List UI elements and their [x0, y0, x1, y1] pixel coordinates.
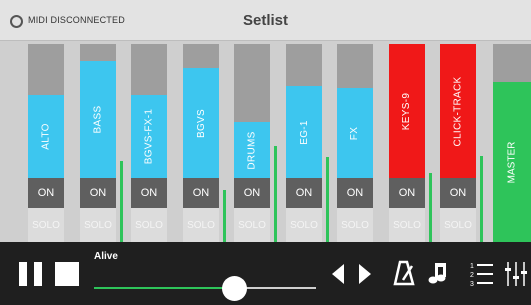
channel-strip: CLICK-TRACK ON SOLO	[440, 41, 484, 242]
mixer-icon[interactable]	[504, 260, 531, 288]
channel-name: KEYS-9	[401, 92, 413, 130]
mixer-panel: MASTER ALTO ON SOLO BASS ON SOLO BGVS-FX-1 ON SO…	[0, 41, 531, 242]
channel-fader-level[interactable]: FX	[337, 88, 373, 178]
page-title: Setlist	[242, 12, 288, 29]
channel-on-button[interactable]: ON	[440, 178, 476, 208]
channel-on-button[interactable]: ON	[286, 178, 322, 208]
svg-text:1: 1	[470, 263, 474, 270]
channel-on-button[interactable]: ON	[131, 178, 167, 208]
level-meter	[120, 161, 123, 242]
progress-slider-played[interactable]	[94, 287, 224, 289]
channel-solo-button[interactable]: SOLO	[183, 208, 219, 242]
channel-solo-button[interactable]: SOLO	[80, 208, 116, 242]
channel-strip: DRUMS ON SOLO	[234, 41, 278, 242]
progress-slider-knob[interactable]	[222, 276, 247, 301]
pause-icon-bar[interactable]	[34, 262, 42, 286]
master-label: MASTER	[506, 141, 518, 183]
channel-fader-level[interactable]: BGVS-FX-1	[131, 95, 167, 178]
stop-icon[interactable]	[55, 262, 79, 286]
channel-on-button[interactable]: ON	[183, 178, 219, 208]
channel-name: BGVS-FX-1	[143, 108, 155, 165]
channel-name-label: KEYS-9	[389, 44, 425, 178]
channel-name: ALTO	[40, 123, 52, 150]
pause-icon[interactable]	[19, 262, 27, 286]
channel-name: EG-1	[298, 119, 310, 145]
channel-solo-button[interactable]: SOLO	[337, 208, 373, 242]
channel-strip: FX ON SOLO	[337, 41, 381, 242]
channel-name: CLICK-TRACK	[452, 76, 464, 146]
level-meter	[429, 173, 432, 242]
music-note-icon[interactable]	[427, 260, 447, 286]
channel-name-label: DRUMS	[234, 122, 270, 178]
previous-icon[interactable]	[330, 264, 346, 284]
channel-on-button[interactable]: ON	[337, 178, 373, 208]
setlist-icon[interactable]: 1 2 3	[470, 260, 494, 288]
channel-fader-level[interactable]: DRUMS	[234, 122, 270, 178]
channel-name: BGVS	[195, 108, 207, 138]
channel-on-button[interactable]: ON	[80, 178, 116, 208]
channel-name: BASS	[92, 105, 104, 134]
channel-name: FX	[349, 126, 361, 140]
channel-fader[interactable]: FX	[337, 44, 373, 178]
channel-solo-button[interactable]: SOLO	[389, 208, 425, 242]
master-fader[interactable]: MASTER	[493, 82, 531, 242]
next-icon[interactable]	[357, 264, 373, 284]
channel-fader[interactable]: BASS	[80, 44, 116, 178]
channel-solo-button[interactable]: SOLO	[131, 208, 167, 242]
channel-fader-level[interactable]: EG-1	[286, 86, 322, 178]
channel-fader[interactable]: CLICK-TRACK	[440, 44, 476, 178]
level-meter	[480, 156, 483, 242]
channel-fader[interactable]: ALTO	[28, 44, 64, 178]
header-bar: MIDI DISCONNECTED Setlist	[0, 0, 531, 41]
channel-on-button[interactable]: ON	[234, 178, 270, 208]
channel-solo-button[interactable]: SOLO	[234, 208, 270, 242]
channel-fader-level[interactable]: CLICK-TRACK	[440, 44, 476, 178]
channel-name-label: FX	[337, 88, 373, 178]
level-meter	[274, 146, 277, 242]
channel-fader-level[interactable]: BGVS	[183, 68, 219, 178]
channel-fader[interactable]: DRUMS	[234, 44, 270, 178]
channel-name-label: BGVS-FX-1	[131, 95, 167, 178]
channel-strip: ALTO ON SOLO	[28, 41, 72, 242]
channel-strip: BGVS-FX-1 ON SOLO	[131, 41, 175, 242]
channel-name-label: BASS	[80, 61, 116, 178]
song-title: Alive	[94, 251, 118, 262]
channel-on-button[interactable]: ON	[389, 178, 425, 208]
svg-text:2: 2	[470, 272, 474, 279]
transport-bar: Alive 1 2 3	[0, 242, 531, 305]
channel-fader[interactable]: KEYS-9	[389, 44, 425, 178]
channel-solo-button[interactable]: SOLO	[286, 208, 322, 242]
metronome-icon[interactable]	[393, 260, 415, 286]
channel-name: DRUMS	[246, 130, 258, 170]
channel-strip: EG-1 ON SOLO	[286, 41, 330, 242]
channel-fader[interactable]: EG-1	[286, 44, 322, 178]
svg-text:3: 3	[470, 281, 474, 288]
channel-solo-button[interactable]: SOLO	[440, 208, 476, 242]
channel-fader-level[interactable]: KEYS-9	[389, 44, 425, 178]
channel-name-label: EG-1	[286, 86, 322, 178]
channel-strip: BASS ON SOLO	[80, 41, 124, 242]
progress-slider-remaining[interactable]	[246, 287, 316, 289]
channel-fader[interactable]: BGVS	[183, 44, 219, 178]
channel-name-label: BGVS	[183, 68, 219, 178]
channel-strip: BGVS ON SOLO	[183, 41, 227, 242]
channel-name-label: ALTO	[28, 95, 64, 178]
channel-solo-button[interactable]: SOLO	[28, 208, 64, 242]
level-meter	[326, 157, 329, 242]
level-meter	[223, 190, 226, 242]
channel-on-button[interactable]: ON	[28, 178, 64, 208]
channel-strip: KEYS-9 ON SOLO	[389, 41, 433, 242]
channel-fader-level[interactable]: BASS	[80, 61, 116, 178]
channel-fader-level[interactable]: ALTO	[28, 95, 64, 178]
master-fader-track[interactable]	[493, 44, 531, 82]
channel-name-label: CLICK-TRACK	[440, 44, 476, 178]
channel-fader[interactable]: BGVS-FX-1	[131, 44, 167, 178]
